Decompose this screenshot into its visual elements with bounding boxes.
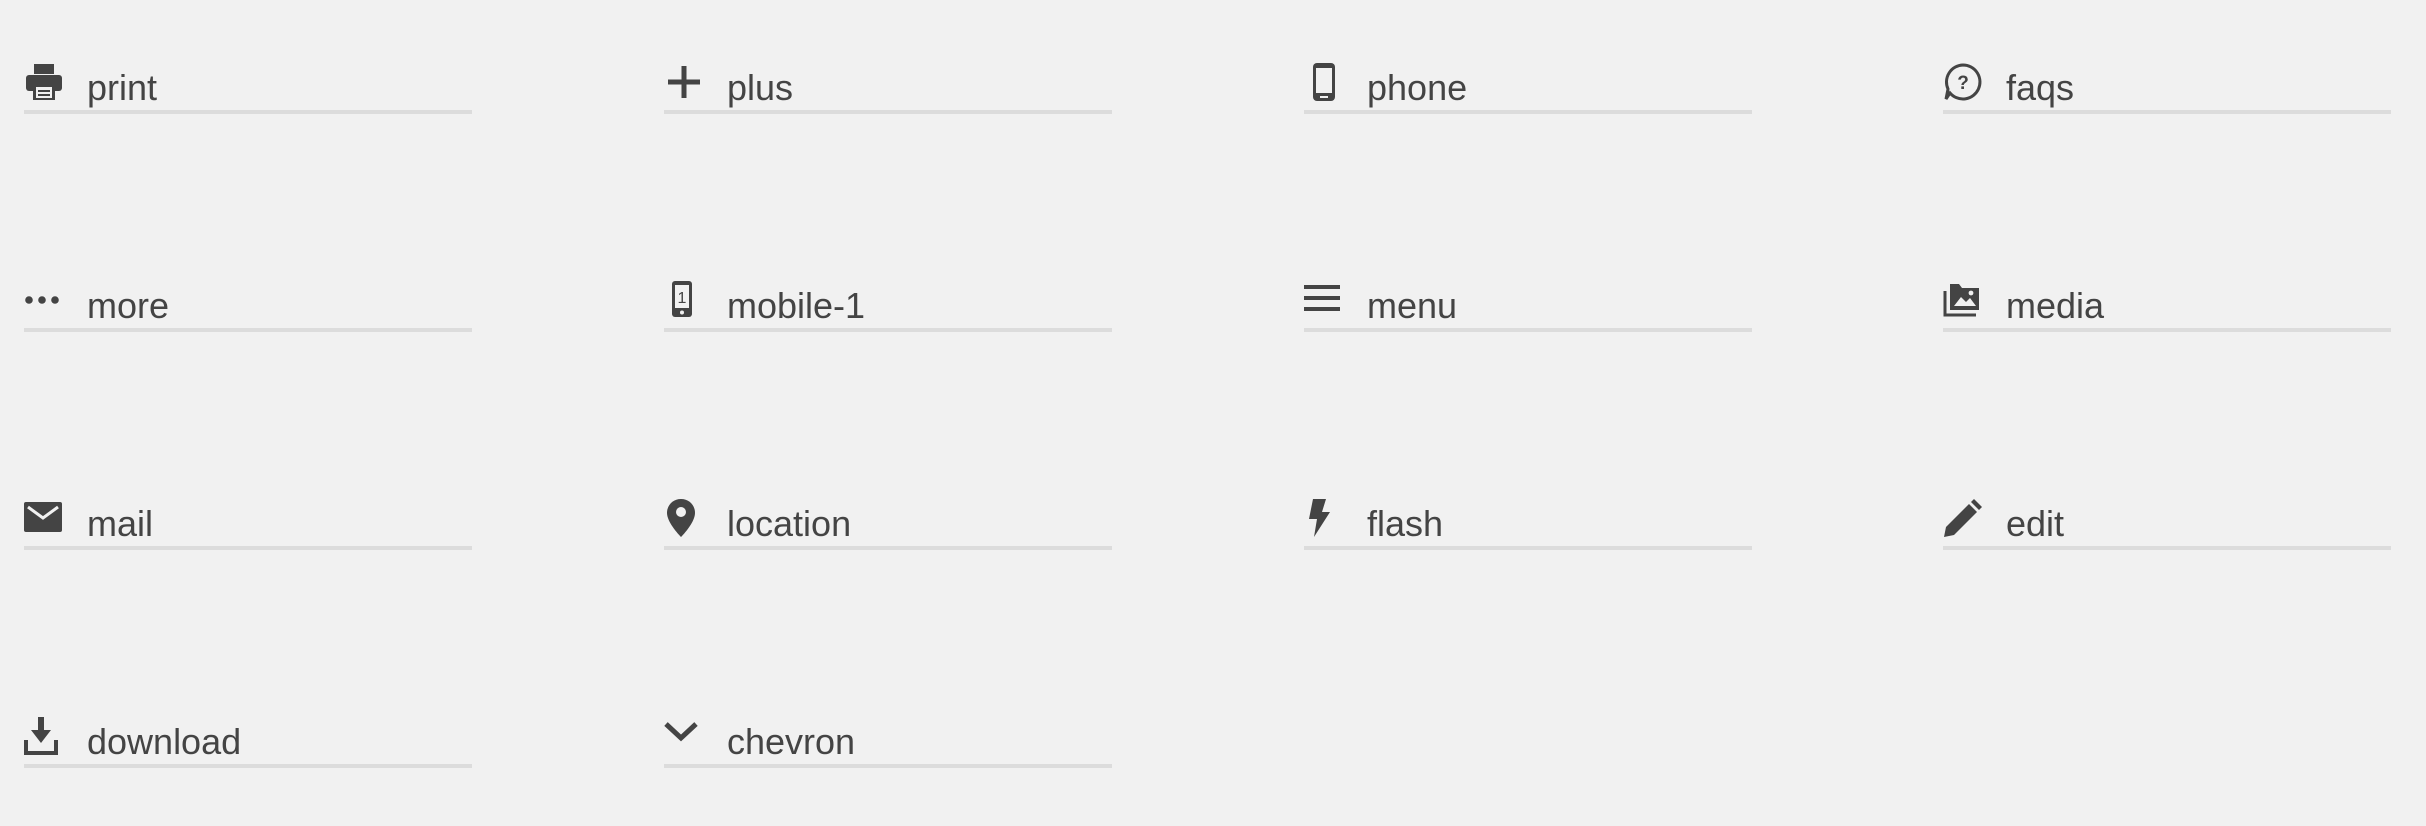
icon-label: menu bbox=[1367, 285, 1458, 326]
icon-item-chevron[interactable]: chevron bbox=[664, 704, 1112, 768]
icon-label: media bbox=[2006, 285, 2105, 326]
icon-item-print[interactable]: print bbox=[24, 50, 472, 114]
icon-label: plus bbox=[727, 67, 794, 108]
icon-item-edit[interactable]: edit bbox=[1943, 486, 2391, 550]
icon-item-faqs[interactable]: ? faqs bbox=[1943, 50, 2391, 114]
icon-item-mail[interactable]: mail bbox=[24, 486, 472, 550]
icon-label: chevron bbox=[727, 721, 856, 762]
icon-item-flash[interactable]: flash bbox=[1304, 486, 1752, 550]
icon-grid: print plus phone ? faqs more 1 mobile-1 … bbox=[0, 0, 2426, 826]
flash-icon bbox=[1304, 498, 1344, 538]
location-icon bbox=[664, 498, 704, 538]
icon-label: flash bbox=[1367, 503, 1444, 544]
icon-label: faqs bbox=[2006, 67, 2075, 108]
icon-item-more[interactable]: more bbox=[24, 268, 472, 332]
icon-item-phone[interactable]: phone bbox=[1304, 50, 1752, 114]
icon-label: print bbox=[87, 67, 158, 108]
mail-icon bbox=[24, 498, 64, 538]
mobile-1-icon: 1 bbox=[664, 280, 704, 320]
icon-item-menu[interactable]: menu bbox=[1304, 268, 1752, 332]
icon-label: phone bbox=[1367, 67, 1468, 108]
phone-icon bbox=[1304, 62, 1344, 102]
icon-item-location[interactable]: location bbox=[664, 486, 1112, 550]
icon-label: edit bbox=[2006, 503, 2065, 544]
plus-icon bbox=[664, 62, 704, 102]
menu-icon bbox=[1304, 280, 1344, 320]
icon-label: download bbox=[87, 721, 242, 762]
edit-icon bbox=[1943, 498, 1983, 538]
icon-label: mail bbox=[87, 503, 154, 544]
more-icon bbox=[24, 280, 64, 320]
download-icon bbox=[24, 716, 64, 756]
faqs-icon: ? bbox=[1943, 62, 1983, 102]
media-icon bbox=[1943, 280, 1983, 320]
icon-item-mobile-1[interactable]: 1 mobile-1 bbox=[664, 268, 1112, 332]
icon-label: mobile-1 bbox=[727, 285, 866, 326]
svg-text:1: 1 bbox=[678, 290, 687, 307]
svg-text:?: ? bbox=[1957, 73, 1969, 94]
icon-item-download[interactable]: download bbox=[24, 704, 472, 768]
icon-item-plus[interactable]: plus bbox=[664, 50, 1112, 114]
chevron-icon bbox=[664, 716, 704, 756]
icon-item-media[interactable]: media bbox=[1943, 268, 2391, 332]
icon-label: location bbox=[727, 503, 852, 544]
icon-label: more bbox=[87, 285, 170, 326]
print-icon bbox=[24, 62, 64, 102]
